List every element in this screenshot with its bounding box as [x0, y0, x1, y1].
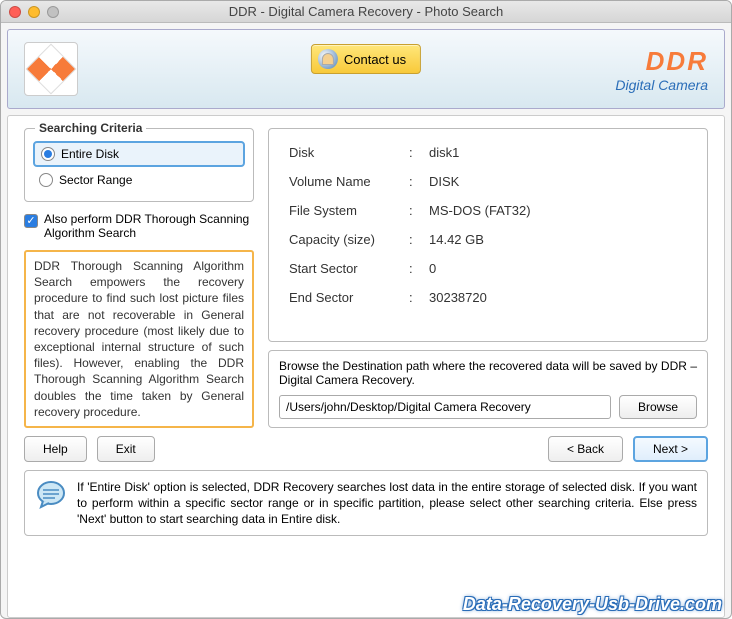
browse-button[interactable]: Browse [619, 395, 697, 419]
criteria-legend: Searching Criteria [35, 121, 146, 135]
radio-icon [39, 173, 53, 187]
info-label: End Sector [289, 290, 409, 305]
info-value: MS-DOS (FAT32) [429, 203, 687, 218]
content-area: Searching Criteria Entire Disk Sector Ra… [7, 115, 725, 618]
contact-label: Contact us [344, 52, 406, 67]
destination-panel: Browse the Destination path where the re… [268, 350, 708, 428]
hint-panel: If 'Entire Disk' option is selected, DDR… [24, 470, 708, 537]
window-title: DDR - Digital Camera Recovery - Photo Se… [1, 4, 731, 19]
info-label: Disk [289, 145, 409, 160]
nav-button-row: Help Exit < Back Next > [24, 436, 708, 462]
help-button[interactable]: Help [24, 436, 87, 462]
thorough-label: Also perform DDR Thorough Scanning Algor… [44, 212, 254, 240]
next-button[interactable]: Next > [633, 436, 708, 462]
exit-button[interactable]: Exit [97, 436, 155, 462]
searching-criteria-fieldset: Searching Criteria Entire Disk Sector Ra… [24, 128, 254, 202]
info-label: Volume Name [289, 174, 409, 189]
checkbox-icon [24, 214, 38, 228]
titlebar: DDR - Digital Camera Recovery - Photo Se… [1, 1, 731, 23]
destination-path-input[interactable] [279, 395, 611, 419]
info-value: 0 [429, 261, 687, 276]
brand-title: DDR [615, 46, 708, 77]
app-logo [24, 42, 78, 96]
brand-subtitle: Digital Camera [615, 77, 708, 93]
info-label: Start Sector [289, 261, 409, 276]
radio-entire-disk[interactable]: Entire Disk [33, 141, 245, 167]
radio-label: Sector Range [59, 173, 132, 187]
info-bubble-icon [35, 479, 67, 511]
person-icon [318, 49, 338, 69]
info-value: disk1 [429, 145, 687, 160]
contact-us-button[interactable]: Contact us [311, 44, 421, 74]
info-label: File System [289, 203, 409, 218]
app-window: DDR - Digital Camera Recovery - Photo Se… [0, 0, 732, 619]
info-value: 14.42 GB [429, 232, 687, 247]
disk-info-panel: Disk:disk1 Volume Name:DISK File System:… [268, 128, 708, 342]
info-value: 30238720 [429, 290, 687, 305]
back-button[interactable]: < Back [548, 436, 623, 462]
thorough-checkbox-row[interactable]: Also perform DDR Thorough Scanning Algor… [24, 210, 254, 242]
info-label: Capacity (size) [289, 232, 409, 247]
thorough-description: DDR Thorough Scanning Algorithm Search e… [24, 250, 254, 428]
info-value: DISK [429, 174, 687, 189]
radio-label: Entire Disk [61, 147, 119, 161]
hint-text: If 'Entire Disk' option is selected, DDR… [77, 479, 697, 528]
brand-block: DDR Digital Camera [615, 46, 708, 93]
watermark: Data-Recovery-Usb-Drive.com [463, 594, 722, 615]
header-banner: Contact us DDR Digital Camera [7, 29, 725, 109]
radio-sector-range[interactable]: Sector Range [33, 169, 245, 191]
destination-text: Browse the Destination path where the re… [279, 359, 697, 387]
radio-icon [41, 147, 55, 161]
